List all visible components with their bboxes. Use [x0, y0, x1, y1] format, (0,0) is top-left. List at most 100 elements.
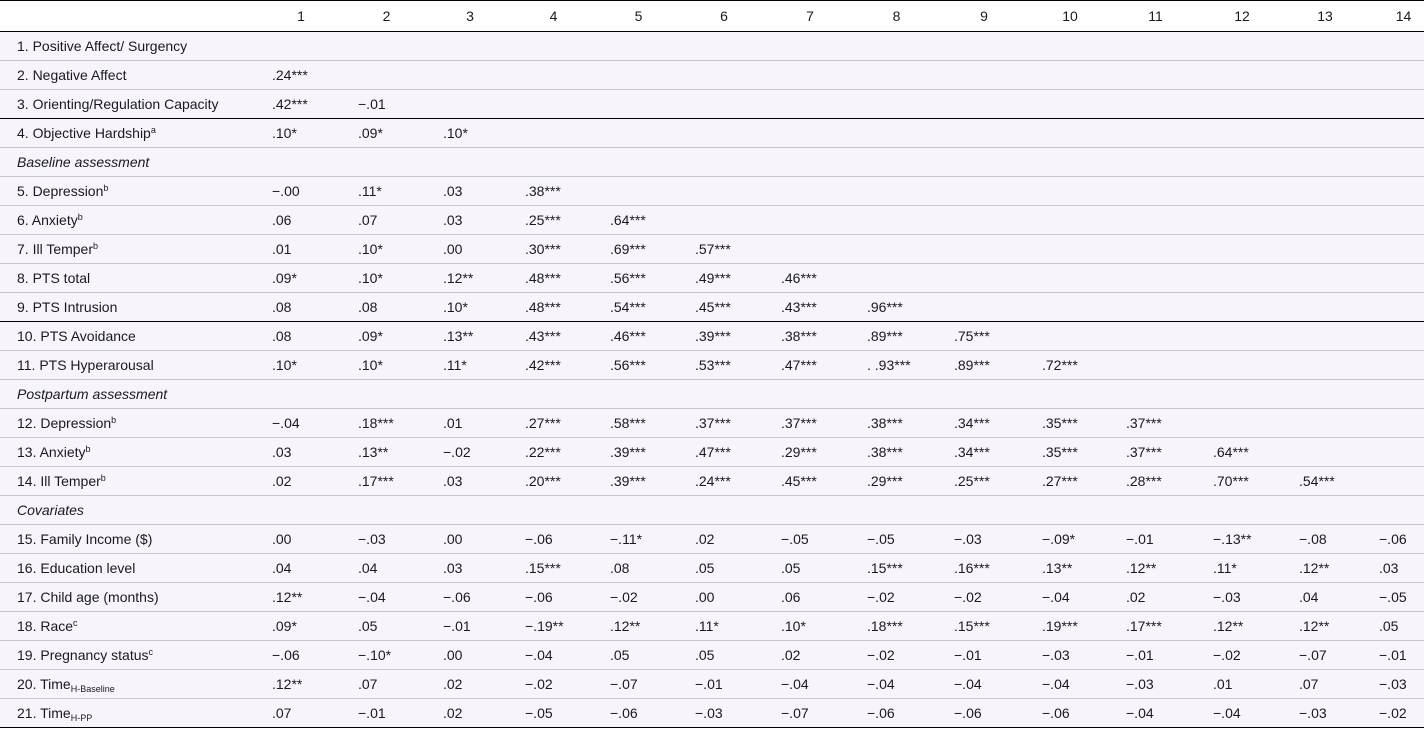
- correlation-cell: .37***: [695, 415, 731, 431]
- correlation-cell: .29***: [867, 473, 903, 489]
- correlation-cell: [1285, 351, 1365, 380]
- correlation-cell: [1285, 293, 1365, 322]
- correlation-cell: .72***: [1042, 357, 1078, 373]
- correlation-cell: .54***: [1299, 473, 1335, 489]
- correlation-cell: .43***: [781, 299, 817, 315]
- correlation-cell: .03: [443, 560, 463, 576]
- correlation-cell: .20***: [525, 473, 561, 489]
- correlation-cell: .54***: [610, 299, 646, 315]
- correlation-cell: .12**: [272, 589, 303, 605]
- correlation-cell: [429, 61, 511, 90]
- correlation-cell: .01: [1213, 676, 1233, 692]
- correlation-cell: .89***: [954, 357, 990, 373]
- table-row: 13. Anxietyb .03 .13** −.02 .22*** .39*** .47*…: [0, 437, 1424, 467]
- correlation-cell: −.09*: [1042, 531, 1076, 547]
- correlation-cell: .00: [443, 647, 463, 663]
- correlation-cell: .42***: [272, 96, 308, 112]
- correlation-cell: .29***: [781, 444, 817, 460]
- correlation-cell: .09*: [358, 125, 383, 141]
- correlation-cell: .11*: [1213, 560, 1237, 576]
- correlation-cell: .08: [272, 328, 292, 344]
- correlation-cell: .02: [781, 647, 801, 663]
- correlation-cell: .45***: [781, 473, 817, 489]
- footnote-marker: a: [150, 125, 156, 135]
- correlation-cell: .48***: [525, 299, 561, 315]
- correlation-cell: [1112, 293, 1199, 322]
- correlation-cell: [940, 177, 1028, 206]
- correlation-cell: [1112, 90, 1199, 119]
- variable-label: 15. Family Income ($): [0, 525, 258, 554]
- correlation-cell: .38***: [525, 183, 561, 199]
- correlation-cell: .39***: [610, 473, 646, 489]
- correlation-cell: [1285, 32, 1365, 61]
- correlation-cell: [1365, 409, 1424, 438]
- table-row: 18. Racec .09* .05 −.01 −.19** .12** .11* .10*.…: [0, 611, 1424, 641]
- correlation-cell: −.02: [525, 676, 553, 692]
- correlation-cell: −.01: [1379, 647, 1407, 663]
- correlation-cell: −.01: [358, 705, 386, 721]
- correlation-cell: .35***: [1042, 444, 1078, 460]
- correlation-cell: .12**: [1299, 618, 1330, 634]
- correlation-cell: [853, 177, 940, 206]
- correlation-cell: [1365, 90, 1424, 119]
- table-row: 14. Ill Temperb .02 .17*** .03 .20*** .39***.…: [0, 466, 1424, 496]
- correlation-cell: [1199, 119, 1285, 148]
- correlation-cell: .02: [1126, 589, 1146, 605]
- correlation-cell: −.03: [1213, 589, 1241, 605]
- correlation-cell: .64***: [610, 212, 646, 228]
- correlation-cell: −.07: [781, 705, 809, 721]
- correlation-cell: −.02: [954, 589, 982, 605]
- correlation-cell: [767, 32, 853, 61]
- correlation-cell: [1199, 409, 1285, 438]
- correlation-cell: .37***: [1126, 415, 1162, 431]
- correlation-cell: −.06: [1042, 705, 1070, 721]
- correlation-cell: .35***: [1042, 415, 1078, 431]
- correlation-cell: [767, 61, 853, 90]
- correlation-cell: [1199, 61, 1285, 90]
- correlation-cell: .08: [272, 299, 292, 315]
- correlation-cell: [1028, 264, 1112, 293]
- correlation-cell: [853, 32, 940, 61]
- variable-name: 6. Anxiety: [17, 212, 78, 228]
- correlation-cell: [767, 177, 853, 206]
- correlation-cell: .10*: [443, 125, 468, 141]
- correlation-cell: [940, 32, 1028, 61]
- variable-label: 18. Racec: [0, 612, 258, 641]
- correlation-cell: −.02: [610, 589, 638, 605]
- correlation-cell: .57***: [695, 241, 731, 257]
- column-header: 13: [1285, 0, 1365, 32]
- correlation-cell: [940, 264, 1028, 293]
- correlation-cell: [596, 90, 681, 119]
- header-row: 1 2 3 4 5 6 7 8 9 10 11 12 13 14: [0, 0, 1424, 32]
- correlation-cell: −.11*: [610, 531, 643, 547]
- correlation-cell: .25***: [954, 473, 990, 489]
- correlation-cell: .10*: [358, 270, 383, 286]
- table-row: 12. Depressionb −.04 .18*** .01 .27*** .58***…: [0, 408, 1424, 438]
- correlation-cell: [1365, 293, 1424, 322]
- correlation-cell: .10*: [272, 357, 297, 373]
- correlation-cell: [767, 206, 853, 235]
- correlation-cell: .70***: [1213, 473, 1249, 489]
- correlation-cell: [853, 119, 940, 148]
- variable-label: 8. PTS total: [0, 264, 258, 293]
- correlation-cell: .03: [443, 183, 463, 199]
- correlation-cell: −.04: [867, 676, 895, 692]
- column-header: 8: [853, 0, 940, 32]
- correlation-cell: [1285, 119, 1365, 148]
- correlation-cell: .38***: [781, 328, 817, 344]
- variable-label: 7. Ill Temperb: [0, 235, 258, 264]
- correlation-cell: .18***: [867, 618, 903, 634]
- correlation-cell: [1285, 322, 1365, 351]
- variable-label: 10. PTS Avoidance: [0, 322, 258, 351]
- correlation-cell: −.04: [954, 676, 982, 692]
- correlation-cell: .45***: [695, 299, 731, 315]
- correlation-cell: .04: [1299, 589, 1319, 605]
- correlation-cell: −.07: [610, 676, 638, 692]
- correlation-cell: −.01: [443, 618, 471, 634]
- correlation-cell: [1365, 32, 1424, 61]
- correlation-cell: .47***: [695, 444, 731, 460]
- variable-name: 13. Anxiety: [17, 444, 86, 460]
- correlation-cell: −.04: [1042, 589, 1070, 605]
- correlation-cell: −.04: [525, 647, 553, 663]
- correlation-cell: −.02: [867, 589, 895, 605]
